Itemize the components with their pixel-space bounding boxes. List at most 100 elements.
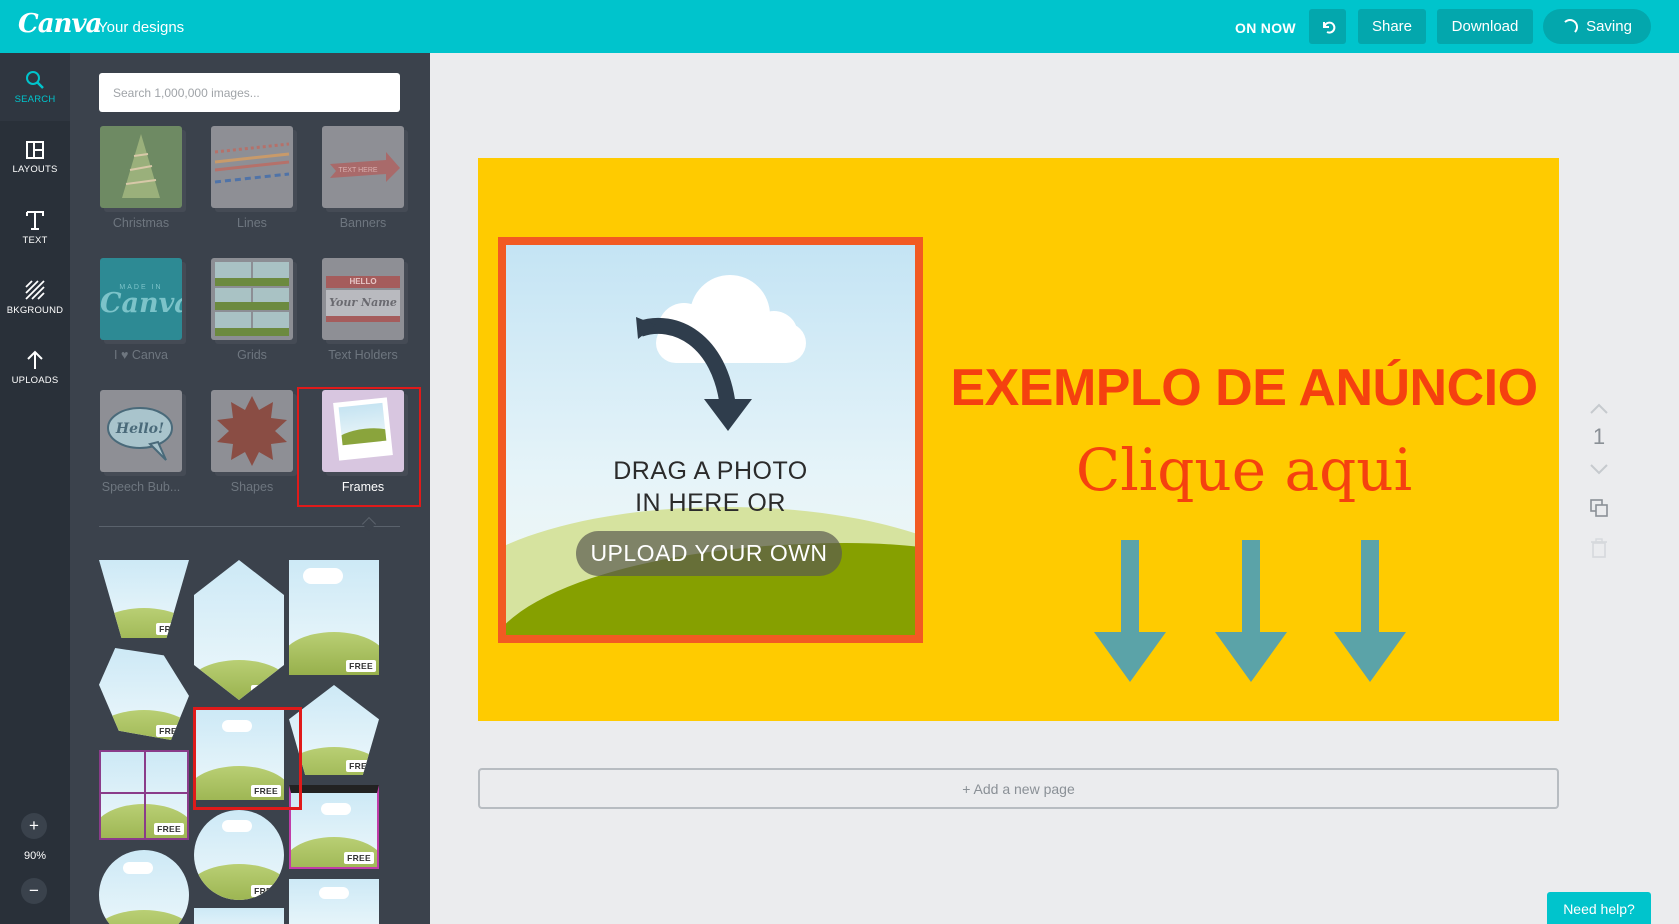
upload-your-own-button[interactable]: UPLOAD YOUR OWN <box>576 531 842 576</box>
photo-frame-placeholder[interactable]: DRAG A PHOTO IN HERE OR UPLOAD YOUR OWN <box>498 237 923 643</box>
on-now-link[interactable]: ON NOW <box>1235 20 1296 36</box>
saving-button[interactable]: Saving <box>1543 9 1651 44</box>
design-canvas[interactable]: DRAG A PHOTO IN HERE OR UPLOAD YOUR OWN … <box>478 158 1559 721</box>
category-shapes[interactable]: Shapes <box>207 390 297 494</box>
banners-thumb: TEXT HERE <box>322 126 404 208</box>
frame-partial-3[interactable] <box>289 879 379 924</box>
spinner-icon <box>1562 18 1579 35</box>
layouts-icon <box>26 140 44 159</box>
free-badge: FREE <box>156 725 186 737</box>
grids-thumb <box>211 258 293 340</box>
category-label: I ♥ Canva <box>114 348 168 362</box>
category-label: Christmas <box>112 216 170 230</box>
frame-four-grid[interactable]: FREE <box>99 750 189 840</box>
frame-circle-1[interactable] <box>99 850 189 924</box>
canva-logo[interactable]: Canva <box>18 9 102 39</box>
free-badge: FREE <box>346 760 376 772</box>
text-holders-thumb: HELLO Your Name <box>322 258 404 340</box>
shapes-thumb <box>211 390 293 472</box>
christmas-thumb <box>100 126 182 208</box>
rail-label-text: TEXT <box>22 234 48 246</box>
undo-icon <box>1322 21 1335 34</box>
category-banners[interactable]: TEXT HERE Banners <box>318 126 408 230</box>
delete-page-button[interactable] <box>1586 538 1612 563</box>
lines-icon <box>214 142 290 184</box>
free-badge: FREE <box>251 685 281 697</box>
frame-trapezoid[interactable]: FREE <box>99 560 189 638</box>
down-arrow-icon[interactable] <box>1334 540 1406 682</box>
headline-text[interactable]: EXEMPLO DE ANÚNCIO <box>934 358 1554 418</box>
frame-browser[interactable]: FREE <box>289 785 379 869</box>
speech-thumb: Hello! <box>100 390 182 472</box>
free-badge: FREE <box>346 660 376 672</box>
divider-caret <box>361 516 377 532</box>
frame-partial-2[interactable] <box>194 908 284 924</box>
frame-hexagon[interactable]: FREE <box>194 560 284 700</box>
frame-pentagon[interactable]: FREE <box>289 685 379 775</box>
svg-text:Hello!: Hello! <box>115 421 164 437</box>
rail-item-layouts[interactable]: LAYOUTS <box>0 123 70 191</box>
category-christmas[interactable]: Christmas <box>96 126 186 230</box>
drag-photo-text: DRAG A PHOTO IN HERE OR <box>613 457 808 517</box>
rail-item-background[interactable]: BKGROUND <box>0 263 70 331</box>
undo-button[interactable] <box>1309 9 1346 44</box>
zoom-out-button[interactable]: − <box>21 878 47 904</box>
search-icon <box>26 70 44 89</box>
search-input[interactable] <box>99 73 400 112</box>
lines-thumb <box>211 126 293 208</box>
chevron-down-icon <box>1590 464 1608 475</box>
page-number: 1 <box>1592 424 1606 449</box>
selected-frame-highlight <box>193 707 302 810</box>
frame-tall-rect[interactable]: FREE <box>289 560 379 675</box>
copy-page-button[interactable] <box>1586 498 1612 523</box>
free-badge: FREE <box>251 885 281 897</box>
page-down-button[interactable] <box>1586 462 1612 480</box>
share-button[interactable]: Share <box>1358 9 1426 44</box>
canva-thumb: MADE IN Canva <box>100 258 182 340</box>
category-lines[interactable]: Lines <box>207 126 297 230</box>
rail-label-uploads: UPLOADS <box>11 374 59 386</box>
rail-item-search[interactable]: SEARCH <box>0 53 70 121</box>
free-badge: FREE <box>156 623 186 635</box>
add-new-page-button[interactable]: + Add a new page <box>478 768 1559 809</box>
saving-label: Saving <box>1586 18 1632 35</box>
zoom-in-button[interactable]: + <box>21 813 47 839</box>
down-arrow-icon[interactable] <box>1215 540 1287 682</box>
grid-icon <box>215 262 289 336</box>
category-speech-bubbles[interactable]: Hello! Speech Bub... <box>96 390 186 494</box>
speech-bubble-icon: Hello! <box>107 407 173 461</box>
rail-item-text[interactable]: TEXT <box>0 193 70 261</box>
svg-text:TEXT HERE: TEXT HERE <box>338 167 377 174</box>
category-label: Lines <box>237 216 267 230</box>
category-label: Text Holders <box>328 348 398 362</box>
free-badge: FREE <box>154 823 184 835</box>
category-i-love-canva[interactable]: MADE IN Canva I ♥ Canva <box>96 258 186 362</box>
subline-text[interactable]: Clique aqui <box>934 436 1554 504</box>
upload-arrow-icon <box>27 350 43 369</box>
zoom-level: 90% <box>23 850 47 862</box>
download-button[interactable]: Download <box>1437 9 1533 44</box>
copy-icon <box>1590 499 1608 517</box>
divider <box>99 526 400 527</box>
category-label: Banners <box>339 216 387 230</box>
rail-label-background: BKGROUND <box>6 304 64 316</box>
background-icon <box>25 279 45 300</box>
free-badge: FREE <box>344 852 374 864</box>
category-grids[interactable]: Grids <box>207 258 297 362</box>
frame-gem[interactable]: FREE <box>99 648 189 740</box>
your-designs-link[interactable]: Your designs <box>98 19 184 36</box>
trash-icon <box>1591 538 1607 558</box>
curved-arrow-icon <box>636 317 752 431</box>
page-up-button[interactable] <box>1586 402 1612 420</box>
category-label: Shapes <box>230 480 274 494</box>
category-text-holders[interactable]: HELLO Your Name Text Holders <box>318 258 408 362</box>
banner-icon: TEXT HERE <box>330 152 400 182</box>
frames-highlight <box>297 387 421 507</box>
rail-label-search: SEARCH <box>14 93 56 105</box>
frame-circle-2[interactable]: FREE <box>194 810 284 900</box>
down-arrow-icon[interactable] <box>1094 540 1166 682</box>
rail-item-uploads[interactable]: UPLOADS <box>0 333 70 401</box>
christmas-tree-icon <box>122 134 160 198</box>
need-help-button[interactable]: Need help? <box>1547 892 1651 924</box>
top-bar: Canva Your designs ON NOW Share Download… <box>0 0 1679 53</box>
